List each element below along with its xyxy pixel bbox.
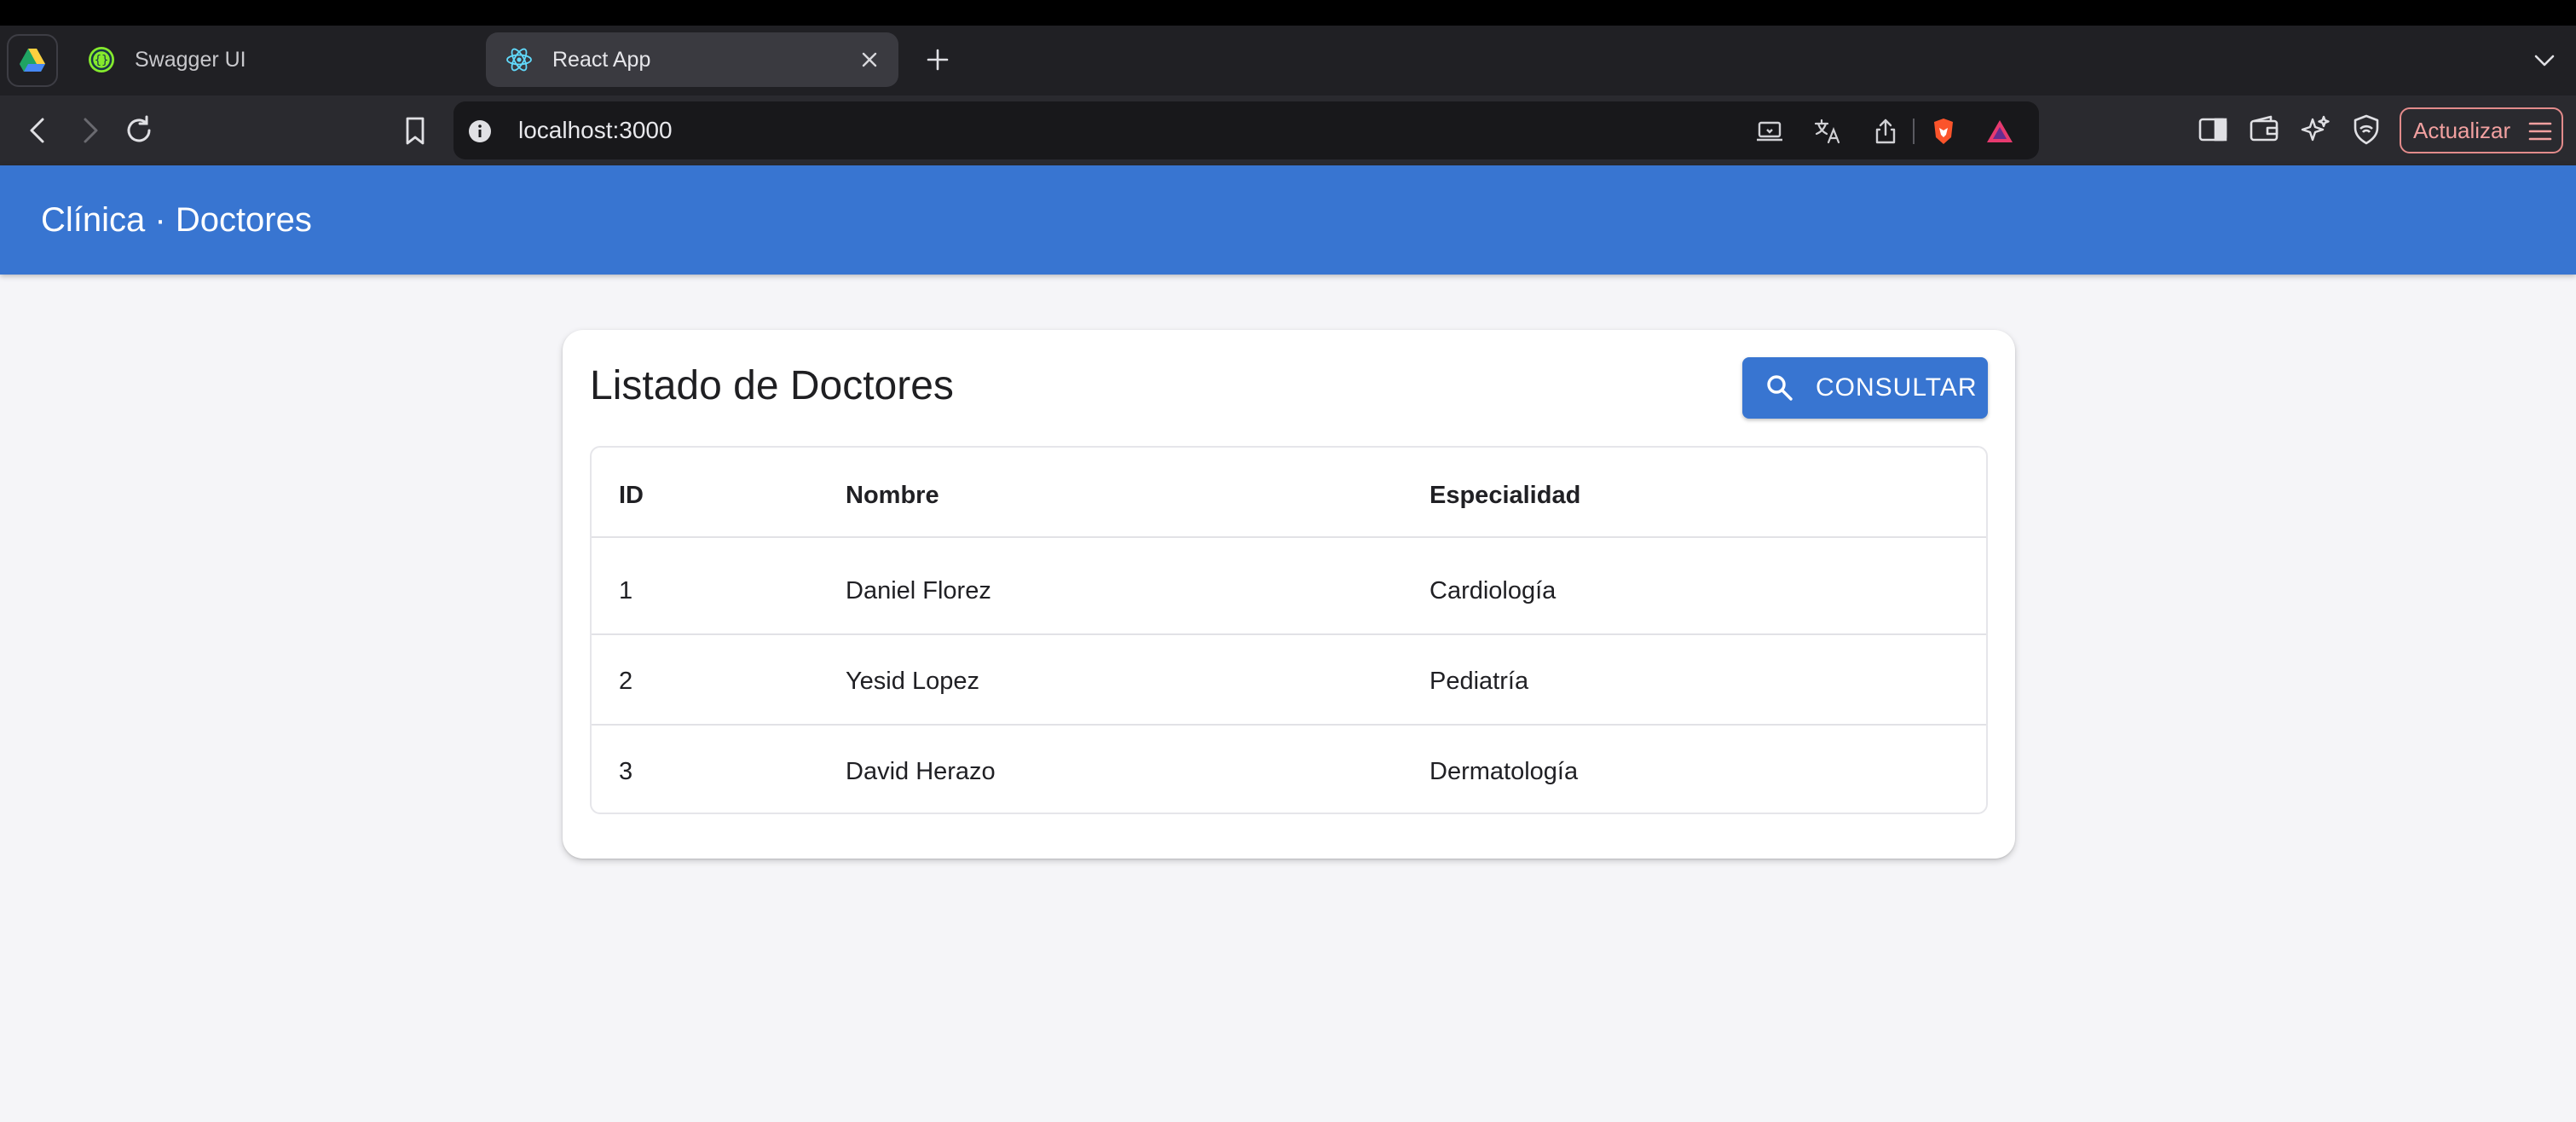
cell-specialty: Cardiología xyxy=(1430,577,1557,604)
cell-id: 3 xyxy=(619,758,633,785)
swagger-icon: {} xyxy=(87,45,116,74)
tab-react-app[interactable]: React App xyxy=(486,32,898,87)
back-icon[interactable] xyxy=(20,113,56,148)
site-info-icon[interactable] xyxy=(467,119,493,144)
table-row: 2 Yesid Lopez Pediatría xyxy=(592,635,1986,726)
doctors-table: ID Nombre Especialidad 1 Daniel Florez C… xyxy=(590,446,1988,814)
card-title: Listado de Doctores xyxy=(590,363,954,408)
browser-toolbar: localhost:3000 Actualizar xyxy=(0,95,2576,165)
share-icon[interactable] xyxy=(1870,116,1901,147)
column-header-id: ID xyxy=(619,482,644,509)
url-text[interactable]: localhost:3000 xyxy=(518,117,673,144)
install-app-icon[interactable] xyxy=(1754,116,1785,147)
leo-ai-icon[interactable] xyxy=(2298,113,2332,147)
consult-button[interactable]: CONSULTAR xyxy=(1742,357,1988,419)
sidebar-toggle-icon[interactable] xyxy=(2196,113,2230,147)
react-icon xyxy=(505,45,534,74)
toolbar-divider xyxy=(1913,119,1915,144)
column-header-specialty: Especialidad xyxy=(1430,482,1581,509)
cell-specialty: Pediatría xyxy=(1430,668,1529,695)
tab-list-chevron-icon[interactable] xyxy=(2530,46,2559,75)
doctors-card: Listado de Doctores CONSULTAR ID Nombre … xyxy=(563,330,2015,859)
cell-name: Yesid Lopez xyxy=(846,668,979,695)
close-tab-icon[interactable] xyxy=(858,48,881,72)
search-icon xyxy=(1767,375,1793,401)
tab-label: React App xyxy=(552,47,651,72)
google-drive-icon xyxy=(20,49,45,72)
svg-text:{}: {} xyxy=(95,54,109,67)
address-bar[interactable]: localhost:3000 xyxy=(453,101,2039,159)
bookmark-icon[interactable] xyxy=(397,113,433,148)
tab-swagger-ui[interactable]: {} Swagger UI xyxy=(68,32,477,87)
browser-tab-bar: {} Swagger UI React App xyxy=(0,26,2576,95)
tab-label: Swagger UI xyxy=(135,47,246,72)
table-row: 3 David Herazo Dermatología xyxy=(592,726,1986,816)
forward-icon[interactable] xyxy=(72,113,107,148)
menu-hamburger-icon xyxy=(2528,122,2552,141)
page-title: Clínica · Doctores xyxy=(41,201,312,239)
update-label: Actualizar xyxy=(2413,117,2511,143)
column-header-name: Nombre xyxy=(846,482,939,509)
brave-rewards-icon[interactable] xyxy=(1984,116,2015,147)
screen-top-strip xyxy=(0,0,2576,26)
brave-shields-icon[interactable] xyxy=(1928,116,1959,147)
cell-id: 1 xyxy=(619,577,633,604)
cell-id: 2 xyxy=(619,668,633,695)
translate-icon[interactable] xyxy=(1812,116,1843,147)
cell-specialty: Dermatología xyxy=(1430,758,1579,785)
reload-icon[interactable] xyxy=(121,113,157,148)
new-tab-icon[interactable] xyxy=(921,43,955,77)
app-header: Clínica · Doctores xyxy=(0,165,2576,275)
drive-app-button[interactable] xyxy=(7,34,58,87)
consult-label: CONSULTAR xyxy=(1816,373,1978,402)
table-header-row: ID Nombre Especialidad xyxy=(592,448,1986,538)
vpn-shield-icon[interactable] xyxy=(2349,113,2383,147)
cell-name: David Herazo xyxy=(846,758,996,785)
wallet-icon[interactable] xyxy=(2247,113,2281,147)
table-row: 1 Daniel Florez Cardiología xyxy=(592,545,1986,635)
cell-name: Daniel Florez xyxy=(846,577,991,604)
update-button[interactable]: Actualizar xyxy=(2400,107,2563,153)
